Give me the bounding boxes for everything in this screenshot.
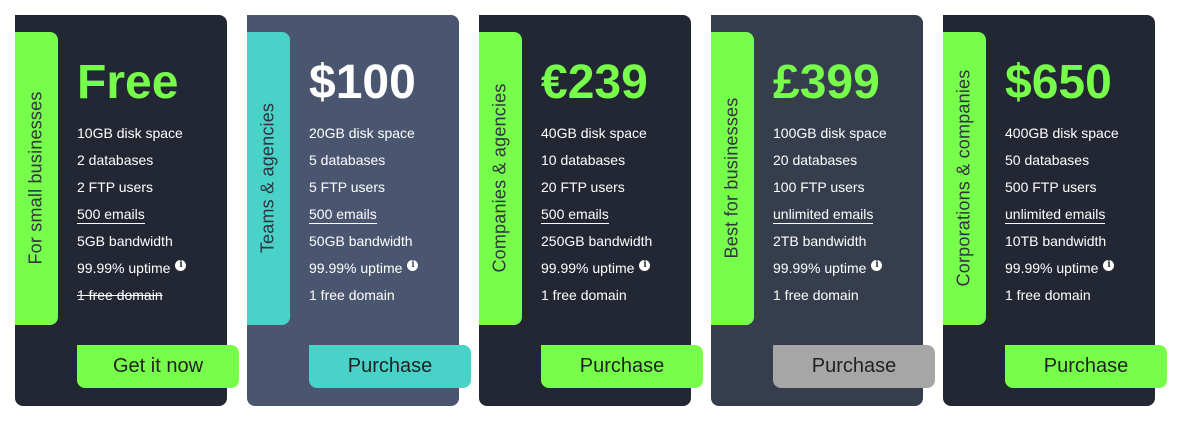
purchase-button[interactable]: Purchase <box>541 345 703 388</box>
feature-databases: 20 databases <box>773 152 858 168</box>
plan-tag: Best for businesses <box>711 32 754 325</box>
feature-uptime: 99.99% uptime i <box>77 257 187 284</box>
plan-card-239: Companies & agencies €239 40GB disk spac… <box>479 15 703 406</box>
feature-emails: unlimited emails <box>1005 206 1106 224</box>
feature-disk: 400GB disk space <box>1005 125 1119 141</box>
info-icon[interactable]: i <box>175 260 187 271</box>
plan-tag-label: Teams & agencies <box>257 102 278 254</box>
feature-disk: 40GB disk space <box>541 125 647 141</box>
info-icon[interactable]: i <box>871 260 883 271</box>
feature-ftp: 2 FTP users <box>77 179 153 195</box>
feature-emails: 500 emails <box>541 206 609 224</box>
plan-price: £399 <box>773 56 880 109</box>
feature-disk: 10GB disk space <box>77 125 183 141</box>
plan-tag-label: Companies & agencies <box>489 83 510 273</box>
plan-tag: Teams & agencies <box>247 32 290 325</box>
feature-ftp: 5 FTP users <box>309 179 385 195</box>
feature-uptime: 99.99% uptime i <box>1005 257 1119 284</box>
feature-uptime: 99.99% uptime i <box>541 257 652 284</box>
plan-tag-label: Best for businesses <box>721 97 742 259</box>
feature-ftp: 20 FTP users <box>541 179 625 195</box>
plan-tag-label: Corporations & companies <box>953 69 974 287</box>
feature-list: 20GB disk space 5 databases 5 FTP users … <box>309 122 419 311</box>
feature-ftp: 100 FTP users <box>773 179 865 195</box>
purchase-button[interactable]: Purchase <box>1005 345 1167 388</box>
feature-emails: 500 emails <box>309 206 377 224</box>
feature-domain: 1 free domain <box>309 287 395 303</box>
plan-card-650: Corporations & companies $650 400GB disk… <box>943 15 1167 406</box>
plan-tag: For small businesses <box>15 32 58 325</box>
feature-disk: 20GB disk space <box>309 125 415 141</box>
feature-domain: 1 free domain <box>541 287 627 303</box>
feature-bandwidth: 10TB bandwidth <box>1005 233 1107 249</box>
feature-domain: 1 free domain <box>773 287 859 303</box>
plan-tag-label: For small businesses <box>25 91 46 265</box>
feature-domain: 1 free domain <box>1005 287 1091 303</box>
plan-price: $100 <box>309 56 416 109</box>
plan-card-100: Teams & agencies $100 20GB disk space 5 … <box>247 15 471 406</box>
feature-bandwidth: 250GB bandwidth <box>541 233 653 249</box>
feature-bandwidth: 5GB bandwidth <box>77 233 173 249</box>
info-icon[interactable]: i <box>407 260 419 271</box>
plan-tag: Companies & agencies <box>479 32 522 325</box>
feature-emails: unlimited emails <box>773 206 874 224</box>
feature-list: 100GB disk space 20 databases 100 FTP us… <box>773 122 887 311</box>
info-icon[interactable]: i <box>1103 260 1115 271</box>
plan-price: €239 <box>541 56 648 109</box>
feature-databases: 5 databases <box>309 152 386 168</box>
feature-domain: 1 free domain <box>77 287 163 303</box>
feature-emails: 500 emails <box>77 206 145 224</box>
feature-databases: 10 databases <box>541 152 626 168</box>
plan-card-free: For small businesses Free 10GB disk spac… <box>15 15 239 406</box>
feature-ftp: 500 FTP users <box>1005 179 1097 195</box>
feature-databases: 50 databases <box>1005 152 1090 168</box>
feature-bandwidth: 2TB bandwidth <box>773 233 867 249</box>
plan-tag: Corporations & companies <box>943 32 986 325</box>
feature-bandwidth: 50GB bandwidth <box>309 233 413 249</box>
feature-disk: 100GB disk space <box>773 125 887 141</box>
feature-uptime: 99.99% uptime i <box>309 257 419 284</box>
plan-price: Free <box>77 56 179 109</box>
get-it-now-button[interactable]: Get it now <box>77 345 239 388</box>
feature-list: 10GB disk space 2 databases 2 FTP users … <box>77 122 187 311</box>
feature-list: 40GB disk space 10 databases 20 FTP user… <box>541 122 652 311</box>
feature-uptime: 99.99% uptime i <box>773 257 887 284</box>
feature-databases: 2 databases <box>77 152 154 168</box>
plan-price: $650 <box>1005 56 1112 109</box>
plan-card-399: Best for businesses £399 100GB disk spac… <box>711 15 935 406</box>
info-icon[interactable]: i <box>639 260 651 271</box>
purchase-button[interactable]: Purchase <box>773 345 935 388</box>
purchase-button[interactable]: Purchase <box>309 345 471 388</box>
feature-list: 400GB disk space 50 databases 500 FTP us… <box>1005 122 1119 311</box>
